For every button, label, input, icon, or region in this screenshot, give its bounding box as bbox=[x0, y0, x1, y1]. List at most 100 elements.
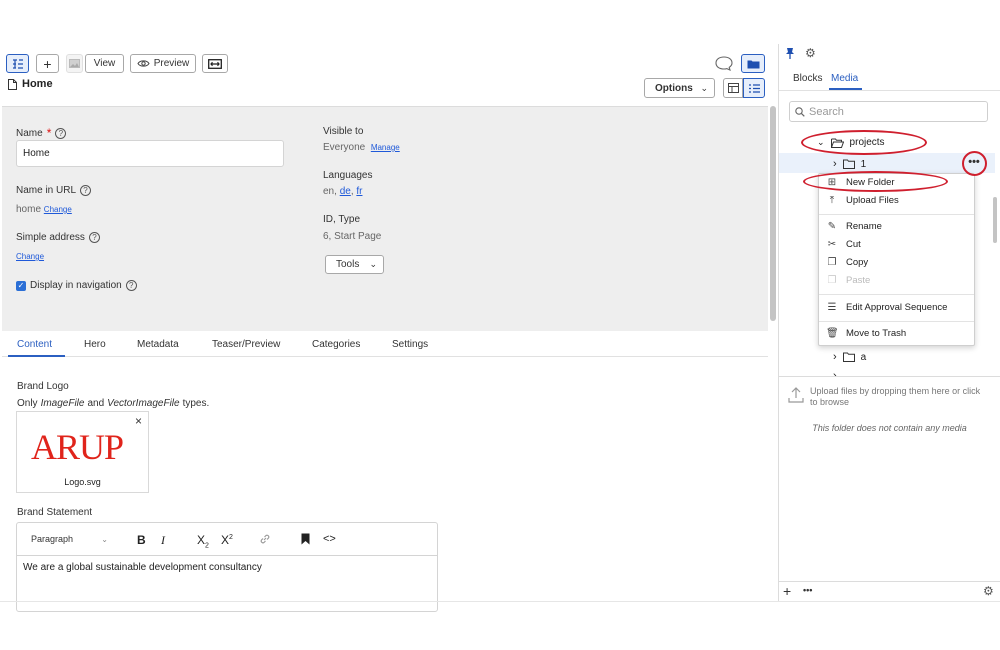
assets-pane-toggle[interactable] bbox=[741, 54, 765, 73]
tab-blocks[interactable]: Blocks bbox=[793, 73, 822, 84]
tree-view-icon bbox=[12, 58, 23, 69]
manage-access-link[interactable]: Manage bbox=[371, 143, 400, 152]
language-de-link[interactable]: de bbox=[340, 186, 351, 197]
tab-media[interactable]: Media bbox=[831, 73, 858, 84]
copy-icon: ❐ bbox=[827, 257, 837, 268]
name-input[interactable]: Home bbox=[16, 140, 284, 167]
required-mark: * bbox=[46, 126, 52, 140]
close-icon[interactable]: × bbox=[135, 414, 142, 428]
subscript-icon[interactable]: X2 bbox=[197, 533, 209, 549]
gear-icon[interactable]: ⚙ bbox=[983, 584, 994, 598]
brand-statement-label: Brand Statement bbox=[17, 507, 93, 518]
allowed-types-hint: Only ImageFile and VectorImageFile types… bbox=[17, 398, 210, 409]
bookmark-icon[interactable] bbox=[301, 533, 310, 548]
help-icon[interactable]: ? bbox=[125, 280, 137, 291]
tree-scrollbar[interactable] bbox=[993, 197, 997, 243]
paragraph-label: Paragraph bbox=[31, 534, 74, 544]
id-type-value: 6, Start Page bbox=[323, 231, 382, 242]
tab-metadata[interactable]: Metadata bbox=[137, 339, 179, 350]
language-fr-link[interactable]: fr bbox=[356, 186, 362, 197]
plus-icon: + bbox=[43, 55, 52, 72]
simple-address-label: Simple address ? bbox=[16, 232, 100, 243]
menu-item-upload-files[interactable]: ⤒ Upload Files bbox=[826, 195, 899, 206]
paragraph-format-dropdown[interactable]: Paragraph ⌄ bbox=[24, 530, 114, 548]
page-icon bbox=[8, 78, 17, 90]
rich-text-editor[interactable]: Paragraph ⌄ B I X2 X2 <> We are a global… bbox=[16, 522, 438, 612]
superscript-icon[interactable]: X2 bbox=[221, 533, 233, 547]
tab-teaser-preview[interactable]: Teaser/Preview bbox=[212, 339, 280, 350]
help-icon[interactable]: ? bbox=[80, 185, 92, 196]
layout-toggle-list[interactable] bbox=[743, 78, 765, 98]
comments-button[interactable] bbox=[714, 54, 734, 73]
arup-logo: ARUP bbox=[31, 427, 124, 467]
visible-to-label: Visible to bbox=[323, 126, 364, 137]
checklist-icon: ☰ bbox=[827, 302, 837, 313]
options-dropdown[interactable]: Options ⌄ bbox=[644, 78, 715, 98]
menu-separator bbox=[819, 294, 974, 295]
active-tab-indicator bbox=[8, 355, 65, 357]
tab-settings[interactable]: Settings bbox=[392, 339, 428, 350]
link-icon[interactable] bbox=[259, 533, 271, 548]
add-button[interactable]: + bbox=[36, 54, 59, 73]
page-title: Home bbox=[22, 78, 53, 90]
menu-item-cut[interactable]: ✂ Cut bbox=[826, 239, 861, 250]
chevron-right-icon: › bbox=[833, 351, 837, 363]
layout-icon bbox=[727, 83, 739, 93]
properties-scrollbar[interactable] bbox=[770, 106, 776, 321]
more-actions-icon[interactable]: ••• bbox=[803, 585, 812, 595]
tab-divider bbox=[779, 90, 1000, 91]
highlight-projects bbox=[801, 130, 927, 155]
scissors-icon: ✂ bbox=[827, 239, 837, 250]
content-tabs: Content Hero Metadata Teaser/Preview Cat… bbox=[2, 331, 768, 357]
pin-icon[interactable] bbox=[785, 47, 795, 62]
tree-item-a[interactable]: › a bbox=[833, 351, 866, 363]
change-url-link[interactable]: Change bbox=[44, 205, 72, 214]
gear-icon[interactable]: ⚙ bbox=[805, 46, 816, 60]
bold-icon[interactable]: B bbox=[137, 533, 146, 547]
url-value: home bbox=[16, 204, 42, 215]
media-drop-zone[interactable]: Upload files by dropping them here or cl… bbox=[779, 376, 1000, 446]
media-search-input[interactable]: Search bbox=[789, 101, 988, 122]
name-label: Name * ? bbox=[16, 126, 67, 140]
speech-bubble-icon bbox=[715, 56, 733, 71]
search-icon bbox=[795, 106, 805, 117]
image-toggle-button[interactable] bbox=[66, 54, 83, 73]
plus-icon[interactable]: + bbox=[783, 583, 791, 599]
menu-item-edit-approval-sequence[interactable]: ☰ Edit Approval Sequence bbox=[826, 302, 948, 313]
view-button[interactable]: View bbox=[85, 54, 124, 73]
languages-row: en, de, fr bbox=[323, 186, 363, 197]
url-label: Name in URL ? bbox=[16, 185, 92, 196]
menu-item-copy[interactable]: ❐ Copy bbox=[826, 257, 869, 268]
tree-item-1[interactable]: › 1 bbox=[833, 158, 866, 170]
display-nav-checkbox[interactable]: ✓ bbox=[16, 280, 26, 291]
brand-logo-label: Brand Logo bbox=[17, 381, 69, 392]
options-label: Options bbox=[655, 82, 693, 94]
change-simple-address-link[interactable]: Change bbox=[16, 252, 44, 261]
logo-filename: Logo.svg bbox=[64, 477, 101, 487]
tab-hero[interactable]: Hero bbox=[84, 339, 106, 350]
help-icon[interactable]: ? bbox=[88, 232, 100, 243]
menu-item-move-to-trash[interactable]: 🗑 Move to Trash bbox=[826, 328, 906, 339]
menu-item-paste: ❐ Paste bbox=[827, 275, 871, 286]
compare-icon bbox=[208, 58, 222, 69]
paste-icon: ❐ bbox=[827, 275, 837, 286]
tree-item-label: a bbox=[860, 351, 867, 363]
tab-categories[interactable]: Categories bbox=[312, 339, 360, 350]
url-value-row: home Change bbox=[16, 204, 72, 215]
breadcrumb: Home bbox=[8, 78, 53, 90]
brand-logo-card[interactable]: × ARUP Logo.svg bbox=[16, 411, 149, 493]
navigation-pane-toggle[interactable] bbox=[6, 54, 29, 73]
tools-dropdown[interactable]: Tools ⌄ bbox=[325, 255, 384, 274]
view-button-label: View bbox=[93, 58, 116, 69]
layout-toggle-panel[interactable] bbox=[723, 78, 743, 98]
source-code-icon[interactable]: <> bbox=[323, 533, 336, 545]
preview-button[interactable]: Preview bbox=[130, 54, 196, 73]
italic-icon[interactable]: I bbox=[161, 533, 165, 548]
brand-statement-text[interactable]: We are a global sustainable development … bbox=[23, 562, 262, 573]
menu-item-rename[interactable]: ✎ Rename bbox=[826, 221, 882, 232]
highlight-new-folder bbox=[803, 171, 948, 192]
tab-content[interactable]: Content bbox=[17, 339, 52, 350]
menu-separator bbox=[819, 321, 974, 322]
help-icon[interactable]: ? bbox=[55, 127, 67, 139]
compare-button[interactable] bbox=[202, 54, 228, 73]
